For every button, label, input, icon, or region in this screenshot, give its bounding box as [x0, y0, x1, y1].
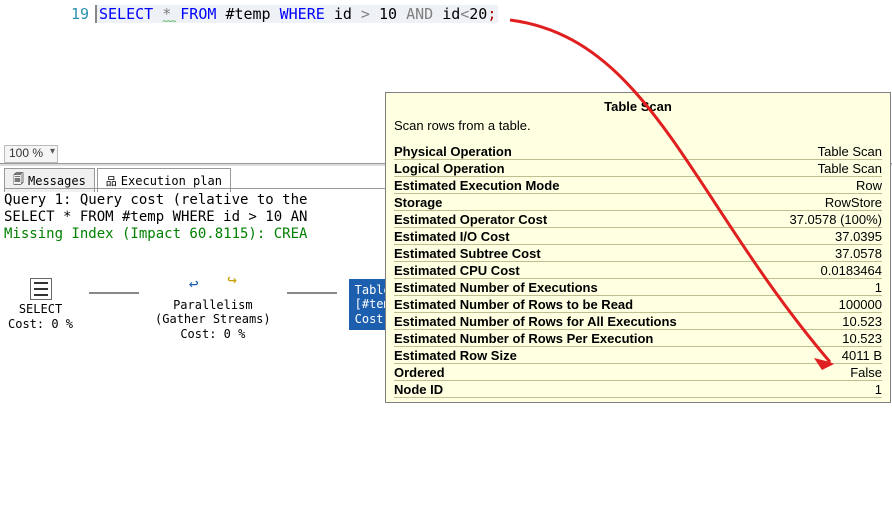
tooltip-key: Estimated Operator Cost	[394, 212, 547, 227]
zoom-bar: 100 %	[4, 145, 58, 163]
tooltip-key: Estimated Number of Executions	[394, 280, 598, 295]
tooltip-value: 10.523	[842, 314, 882, 329]
select-icon	[30, 278, 52, 300]
plan-arrow	[89, 292, 139, 294]
tooltip-value: False	[850, 365, 882, 380]
tooltip-key: Estimated I/O Cost	[394, 229, 510, 244]
tooltip-row: Estimated Number of Rows Per Execution 10…	[394, 330, 882, 347]
line-number: 19	[0, 5, 95, 23]
tooltip-key: Estimated CPU Cost	[394, 263, 520, 278]
plan-diagram[interactable]: SELECT Cost: 0 % ↩↪ Parallelism (Gather …	[4, 266, 397, 343]
tooltip-row: Physical Operation Table Scan	[394, 143, 882, 160]
tooltip-row: Logical Operation Table Scan	[394, 160, 882, 177]
tooltip-value: 1	[875, 280, 882, 295]
tooltip-value: Table Scan	[818, 161, 882, 176]
tooltip-value: 37.0578 (100%)	[789, 212, 882, 227]
tooltip-row: Estimated I/O Cost 37.0395	[394, 228, 882, 245]
tooltip-row: Storage RowStore	[394, 194, 882, 211]
tab-label: Execution plan	[121, 174, 222, 188]
tooltip-value: 1	[875, 382, 882, 397]
zoom-select[interactable]: 100 %	[4, 145, 58, 163]
tooltip-key: Ordered	[394, 365, 445, 380]
node-label: Parallelism	[173, 298, 252, 312]
tooltip-key: Estimated Row Size	[394, 348, 517, 363]
tooltip-value: 4011 B	[842, 348, 882, 363]
tooltip-key: Storage	[394, 195, 442, 210]
tooltip-key: Estimated Number of Rows to be Read	[394, 297, 633, 312]
tooltip-row: Estimated Number of Rows for All Executi…	[394, 313, 882, 330]
tooltip-value: RowStore	[825, 195, 882, 210]
tooltip-key: Estimated Subtree Cost	[394, 246, 541, 261]
code-line[interactable]: 19 SELECT * FROM #temp WHERE id > 10 AND…	[0, 4, 892, 24]
zoom-value: 100 %	[9, 146, 43, 160]
node-sublabel: (Gather Streams)	[155, 312, 271, 326]
tooltip-key: Estimated Number of Rows Per Execution	[394, 331, 653, 346]
tooltip-value: Row	[856, 178, 882, 193]
tab-label: Messages	[28, 174, 86, 188]
operator-tooltip: Table Scan Scan rows from a table. Physi…	[385, 92, 891, 403]
plan-node-parallelism[interactable]: ↩↪ Parallelism (Gather Streams) Cost: 0 …	[151, 266, 275, 343]
tooltip-key: Physical Operation	[394, 144, 512, 159]
tooltip-key: Logical Operation	[394, 161, 505, 176]
tooltip-row: Node ID 1	[394, 381, 882, 398]
tooltip-key: Estimated Number of Rows for All Executi…	[394, 314, 677, 329]
tooltip-rows: Physical OperationTable ScanLogical Oper…	[394, 143, 882, 398]
tooltip-key: Node ID	[394, 382, 443, 397]
tooltip-value: 100000	[839, 297, 882, 312]
tooltip-row: Estimated Row Size 4011 B	[394, 347, 882, 364]
tooltip-row: Estimated CPU Cost 0.0183464	[394, 262, 882, 279]
plan-node-select[interactable]: SELECT Cost: 0 %	[4, 276, 77, 333]
tooltip-row: Ordered False	[394, 364, 882, 381]
tooltip-value: 37.0578	[835, 246, 882, 261]
tooltip-row: Estimated Operator Cost 37.0578 (100%)	[394, 211, 882, 228]
node-label: SELECT	[19, 302, 62, 316]
plan-arrow	[287, 292, 337, 294]
tooltip-title: Table Scan	[394, 99, 882, 114]
line-content[interactable]: SELECT * FROM #temp WHERE id > 10 AND id…	[95, 5, 498, 23]
tooltip-value: Table Scan	[818, 144, 882, 159]
tooltip-value: 37.0395	[835, 229, 882, 244]
node-cost: Cost: 0 %	[180, 327, 245, 341]
tooltip-row: Estimated Number of Executions 1	[394, 279, 882, 296]
tooltip-row: Estimated Number of Rows to be Read 10000…	[394, 296, 882, 313]
tooltip-row: Estimated Subtree Cost 37.0578	[394, 245, 882, 262]
plan-icon: 品	[106, 173, 117, 189]
tooltip-row: Estimated Execution Mode Row	[394, 177, 882, 194]
parallelism-icon: ↩↪	[189, 268, 237, 296]
tooltip-value: 10.523	[842, 331, 882, 346]
tooltip-desc: Scan rows from a table.	[394, 118, 882, 133]
node-cost: Cost: 0 %	[8, 317, 73, 331]
tooltip-value: 0.0183464	[821, 263, 882, 278]
tooltip-key: Estimated Execution Mode	[394, 178, 559, 193]
